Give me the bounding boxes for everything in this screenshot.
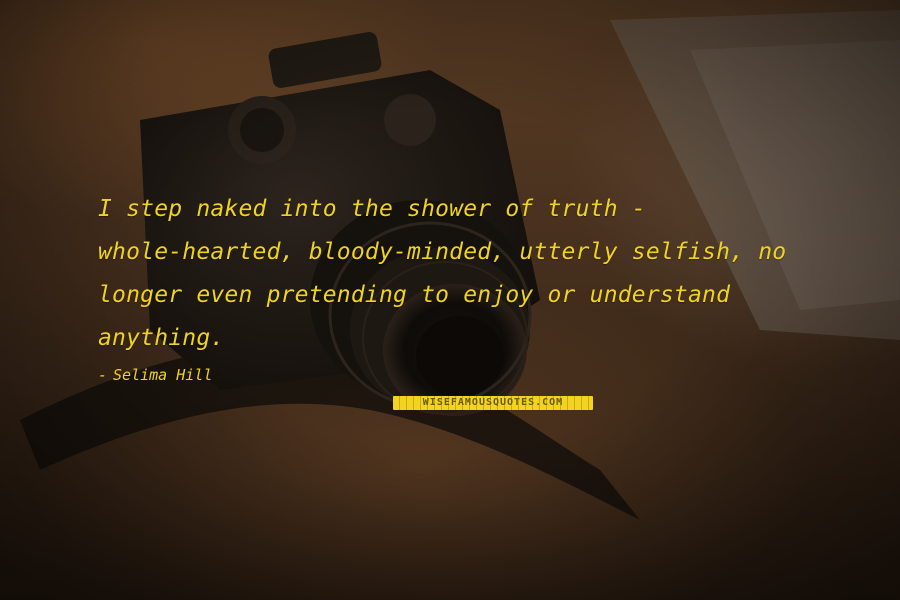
watermark-logo: WISEFAMOUSQUOTES.COM — [393, 396, 593, 410]
quote-image: I step naked into the shower of truth - … — [0, 0, 900, 600]
quote-author: - Selima Hill — [98, 366, 212, 384]
quote-line: whole-hearted, bloody-minded, utterly se… — [98, 239, 787, 265]
quote-line: longer even pretending to enjoy or under… — [98, 282, 731, 308]
watermark-text: WISEFAMOUSQUOTES.COM — [422, 397, 564, 408]
quote-text: I step naked into the shower of truth - … — [98, 188, 838, 360]
author-name: Selima Hill — [113, 366, 213, 384]
quote-line: anything. — [98, 325, 225, 351]
author-dash: - — [98, 366, 108, 384]
quote-line: I step naked into the shower of truth - — [98, 196, 646, 222]
